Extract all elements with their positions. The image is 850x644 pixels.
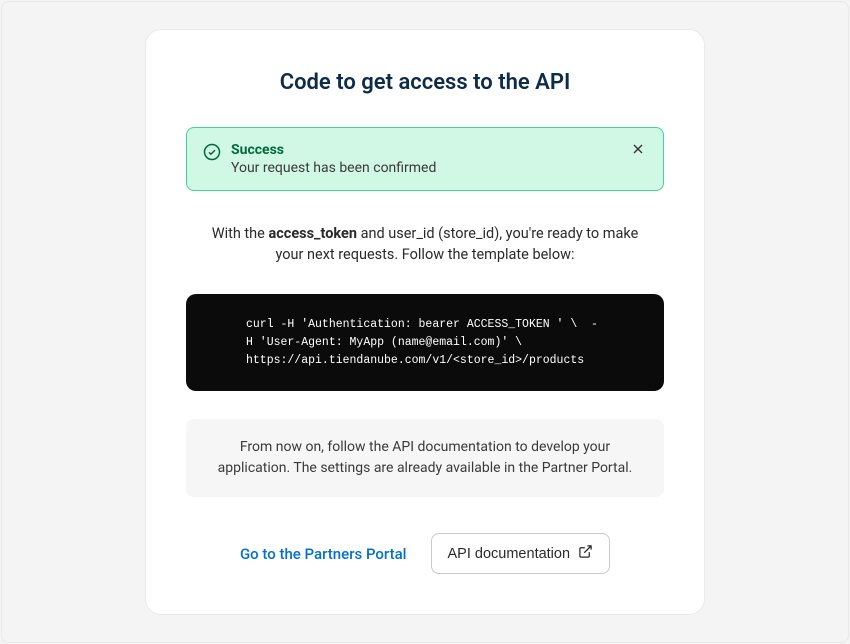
alert-content: Success Your request has been confirmed — [231, 142, 619, 176]
code-snippet: curl -H 'Authentication: bearer ACCESS_T… — [186, 294, 664, 391]
partners-portal-link[interactable]: Go to the Partners Portal — [240, 545, 407, 563]
alert-message: Your request has been confirmed — [231, 160, 619, 176]
instruction-prefix: With the — [212, 225, 269, 242]
alert-title: Success — [231, 142, 619, 158]
page-background: Code to get access to the API Success Yo… — [1, 1, 849, 643]
close-alert-button[interactable] — [629, 142, 647, 160]
external-link-icon — [578, 544, 593, 563]
api-documentation-button[interactable]: API documentation — [431, 533, 611, 574]
action-row: Go to the Partners Portal API documentat… — [186, 533, 664, 574]
instruction-text: With the access_token and user_id (store… — [186, 223, 664, 267]
close-icon — [630, 141, 646, 160]
page-title: Code to get access to the API — [186, 70, 664, 95]
instruction-bold: access_token — [268, 225, 357, 242]
check-circle-icon — [203, 143, 221, 161]
info-box: From now on, follow the API documentatio… — [186, 419, 664, 497]
api-docs-label: API documentation — [448, 546, 571, 562]
main-card: Code to get access to the API Success Yo… — [145, 29, 705, 616]
success-alert: Success Your request has been confirmed — [186, 127, 664, 191]
